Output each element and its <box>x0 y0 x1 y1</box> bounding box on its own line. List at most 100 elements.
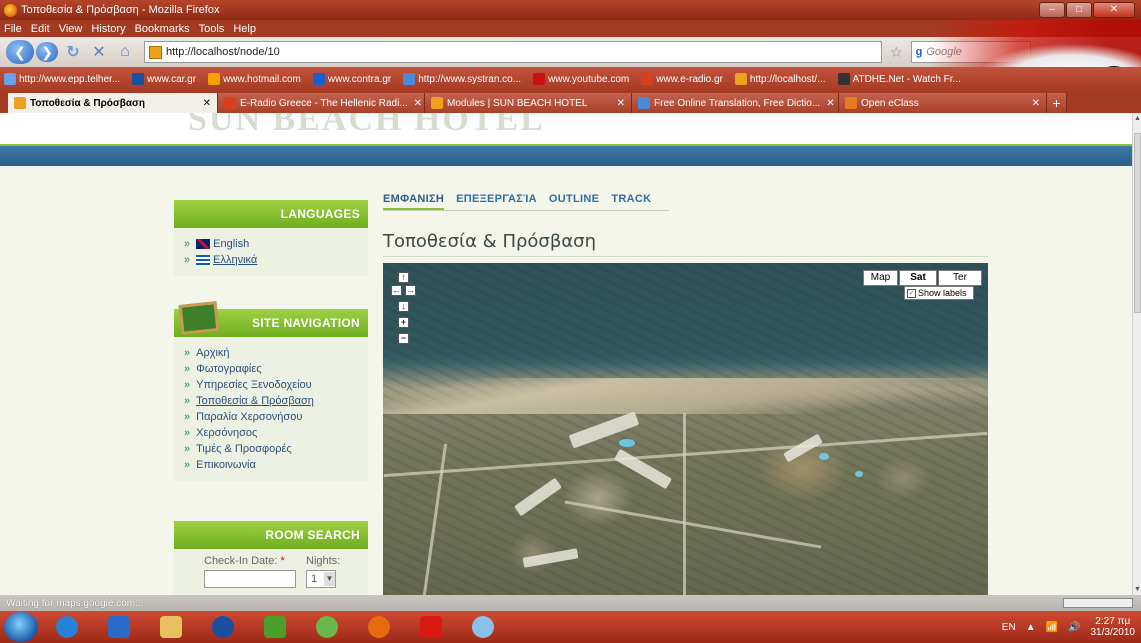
bookmark-icon <box>208 73 221 85</box>
menu-edit[interactable]: Edit <box>31 23 50 35</box>
home-icon[interactable]: ⌂ <box>116 43 134 61</box>
bookmark-item[interactable]: http://www.epp.telher... <box>4 73 120 85</box>
tab-edit[interactable]: ΕΠΕΞΕΡΓΑΣΊΑ <box>456 193 537 210</box>
tab-close-icon[interactable]: ✕ <box>820 98 834 109</box>
menu-tools[interactable]: Tools <box>199 23 225 35</box>
bookmark-item[interactable]: http://localhost/... <box>734 73 826 85</box>
back-button[interactable]: ❮ <box>6 40 34 64</box>
address-bar[interactable]: http://localhost/node/10 <box>144 41 882 63</box>
nav-item-prices[interactable]: » Τιμές & Προσφορές <box>184 441 368 457</box>
checkin-date-input[interactable] <box>204 570 296 588</box>
tab-favicon-icon <box>431 97 443 109</box>
tab-close-icon[interactable]: ✕ <box>408 98 422 109</box>
menu-history[interactable]: History <box>91 23 125 35</box>
scroll-down-icon[interactable]: ▼ <box>1134 586 1141 593</box>
checkbox-checked-icon: ✓ <box>907 288 916 298</box>
clock[interactable]: 2:27 πμ 31/3/2010 <box>1091 616 1136 638</box>
nav-item-photos[interactable]: » Φωτογραφίες <box>184 361 368 377</box>
menu-view[interactable]: View <box>59 23 83 35</box>
close-button[interactable]: ✕ <box>1093 2 1135 18</box>
network-icon[interactable]: 📶 <box>1046 622 1058 633</box>
map-pool <box>819 453 829 460</box>
zoom-out-icon[interactable]: − <box>398 333 409 344</box>
youtube-icon <box>533 73 546 85</box>
bookmark-item[interactable]: www.hotmail.com <box>208 73 301 85</box>
taskbar-ie[interactable] <box>44 613 90 641</box>
bookmark-item[interactable]: http://www.systran.co... <box>403 73 521 85</box>
taskbar-hp[interactable] <box>200 613 246 641</box>
bookmark-item[interactable]: www.contra.gr <box>312 73 391 85</box>
nav-item-beach[interactable]: » Παραλία Χερσονήσου <box>184 409 368 425</box>
language-indicator[interactable]: EN <box>1002 622 1016 633</box>
satellite-map[interactable]: ↑ ← → ↓ + − Map Sat Ter ✓ Show labels <box>383 263 988 595</box>
show-labels-toggle[interactable]: ✓ Show labels <box>904 286 974 300</box>
reload-icon[interactable]: ↻ <box>64 43 82 61</box>
start-button[interactable] <box>4 612 38 642</box>
map-type-map-button[interactable]: Map <box>863 270 898 286</box>
bookmark-icon <box>837 73 850 85</box>
taskbar-utorrent[interactable] <box>252 613 298 641</box>
vertical-scrollbar[interactable]: ▲ ▼ <box>1132 113 1141 595</box>
pan-down-icon[interactable]: ↓ <box>398 301 409 312</box>
tab-item[interactable]: Modules | SUN BEACH HOTEL ✕ <box>425 93 632 113</box>
nav-item-contact[interactable]: » Επικοινωνία <box>184 457 368 473</box>
tab-view[interactable]: ΕΜΦΑΝΙΣΗ <box>383 193 445 210</box>
taskbar-media[interactable] <box>96 613 142 641</box>
taskbar-firefox[interactable] <box>356 613 402 641</box>
tab-label: Τοποθεσία & Πρόσβαση <box>30 97 145 109</box>
uk-flag-icon <box>196 239 211 249</box>
bookmark-star-icon[interactable]: ☆ <box>890 44 903 61</box>
bookmark-item[interactable]: ATDHE.Net - Watch Fr... <box>837 73 961 85</box>
tab-item[interactable]: Open eClass ✕ <box>839 93 1047 113</box>
pan-left-icon[interactable]: ← <box>391 285 402 296</box>
site-logo[interactable]: SUN BEACH HOTEL <box>188 113 545 139</box>
tab-item[interactable]: Free Online Translation, Free Dictio... … <box>632 93 839 113</box>
bookmark-icon <box>4 73 16 85</box>
scroll-thumb[interactable] <box>1134 133 1141 313</box>
map-pool <box>619 439 635 447</box>
tab-favicon-icon <box>224 97 236 109</box>
system-tray: EN ▲ 📶 🔊 2:27 πμ 31/3/2010 <box>1002 611 1135 643</box>
map-type-sat-button[interactable]: Sat <box>899 270 937 286</box>
bookmark-item[interactable]: www.e-radio.gr <box>641 73 723 85</box>
menu-bookmarks[interactable]: Bookmarks <box>135 23 190 35</box>
search-box[interactable]: g Google <box>910 41 1031 63</box>
nights-select[interactable]: 1 ▼ <box>306 570 336 588</box>
map-road <box>683 413 686 595</box>
menu-help[interactable]: Help <box>233 23 256 35</box>
tab-close-icon[interactable]: ✕ <box>1026 98 1040 109</box>
language-english[interactable]: » English <box>184 236 368 252</box>
language-greek[interactable]: » Ελληνικά <box>184 252 368 268</box>
bookmark-icon <box>734 73 747 85</box>
volume-icon[interactable]: 🔊 <box>1068 622 1080 633</box>
menu-file[interactable]: File <box>4 23 22 35</box>
stop-icon[interactable]: ✕ <box>90 43 108 61</box>
nav-item-services[interactable]: » Υπηρεσίες Ξενοδοχείου <box>184 377 368 393</box>
taskbar-explorer[interactable] <box>148 613 194 641</box>
nav-item-location[interactable]: » Τοποθεσία & Πρόσβαση <box>184 393 368 409</box>
tab-close-icon[interactable]: ✕ <box>611 98 625 109</box>
pan-right-icon[interactable]: → <box>405 285 416 296</box>
bookmark-item[interactable]: www.youtube.com <box>533 73 629 85</box>
maximize-button[interactable]: □ <box>1066 2 1092 18</box>
pan-up-icon[interactable]: ↑ <box>398 272 409 283</box>
taskbar-paint[interactable] <box>460 613 506 641</box>
tab-item[interactable]: E-Radio Greece - The Hellenic Radi... ✕ <box>218 93 425 113</box>
new-tab-button[interactable]: + <box>1047 93 1067 113</box>
minimize-button[interactable]: – <box>1039 2 1065 18</box>
tray-expand-icon[interactable]: ▲ <box>1026 622 1036 633</box>
zoom-in-icon[interactable]: + <box>398 317 409 328</box>
hp-icon <box>212 616 234 638</box>
nav-item-home[interactable]: » Αρχική <box>184 345 368 361</box>
nav-item-hersonissos[interactable]: » Χερσόνησος <box>184 425 368 441</box>
map-type-ter-button[interactable]: Ter <box>938 270 982 286</box>
tab-active[interactable]: Τοποθεσία & Πρόσβαση ✕ <box>8 93 218 113</box>
tab-close-icon[interactable]: ✕ <box>197 98 211 109</box>
bookmark-item[interactable]: www.car.gr <box>132 73 196 85</box>
taskbar-messenger[interactable] <box>304 613 350 641</box>
scroll-up-icon[interactable]: ▲ <box>1134 115 1141 122</box>
tab-outline[interactable]: OUTLINE <box>549 193 599 210</box>
taskbar-acrobat[interactable] <box>408 613 454 641</box>
tab-track[interactable]: TRACK <box>611 193 651 210</box>
forward-button[interactable]: ❯ <box>36 42 58 62</box>
